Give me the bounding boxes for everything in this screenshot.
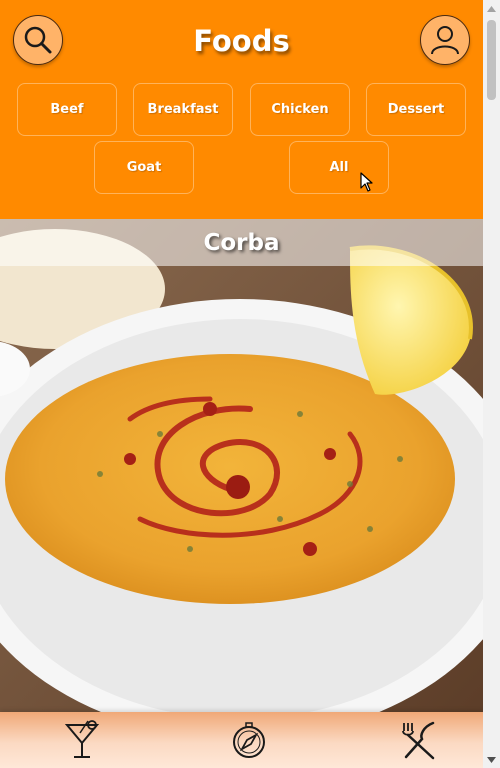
category-beef[interactable]: Beef [17, 83, 117, 136]
category-goat[interactable]: Goat [94, 141, 194, 194]
category-chicken[interactable]: Chicken [250, 83, 350, 136]
compass-icon [233, 722, 265, 758]
nav-drinks[interactable] [62, 718, 102, 762]
category-all[interactable]: All [289, 141, 389, 194]
nav-explore[interactable] [229, 718, 269, 762]
scroll-thumb[interactable] [487, 20, 496, 100]
scroll-down-arrow-icon[interactable] [483, 751, 500, 768]
profile-button[interactable] [420, 15, 470, 65]
vertical-scrollbar[interactable] [483, 0, 500, 768]
bottom-nav [0, 712, 483, 768]
app-viewport: Foods Beef Breakfast Chicken Dessert Goa… [0, 0, 483, 768]
scroll-up-arrow-icon[interactable] [483, 0, 500, 17]
meal-card[interactable]: Corba [0, 219, 483, 719]
category-dessert[interactable]: Dessert [366, 83, 466, 136]
nav-meals[interactable] [398, 718, 438, 762]
fork-knife-icon [402, 721, 435, 760]
meal-title-bar: Corba [0, 219, 483, 266]
category-breakfast[interactable]: Breakfast [133, 83, 233, 136]
header: Foods Beef Breakfast Chicken Dessert Goa… [0, 0, 483, 219]
user-icon [431, 26, 459, 55]
meal-title: Corba [203, 229, 280, 256]
meal-image [0, 219, 483, 719]
cocktail-icon [64, 720, 100, 758]
page-title: Foods [193, 24, 290, 58]
